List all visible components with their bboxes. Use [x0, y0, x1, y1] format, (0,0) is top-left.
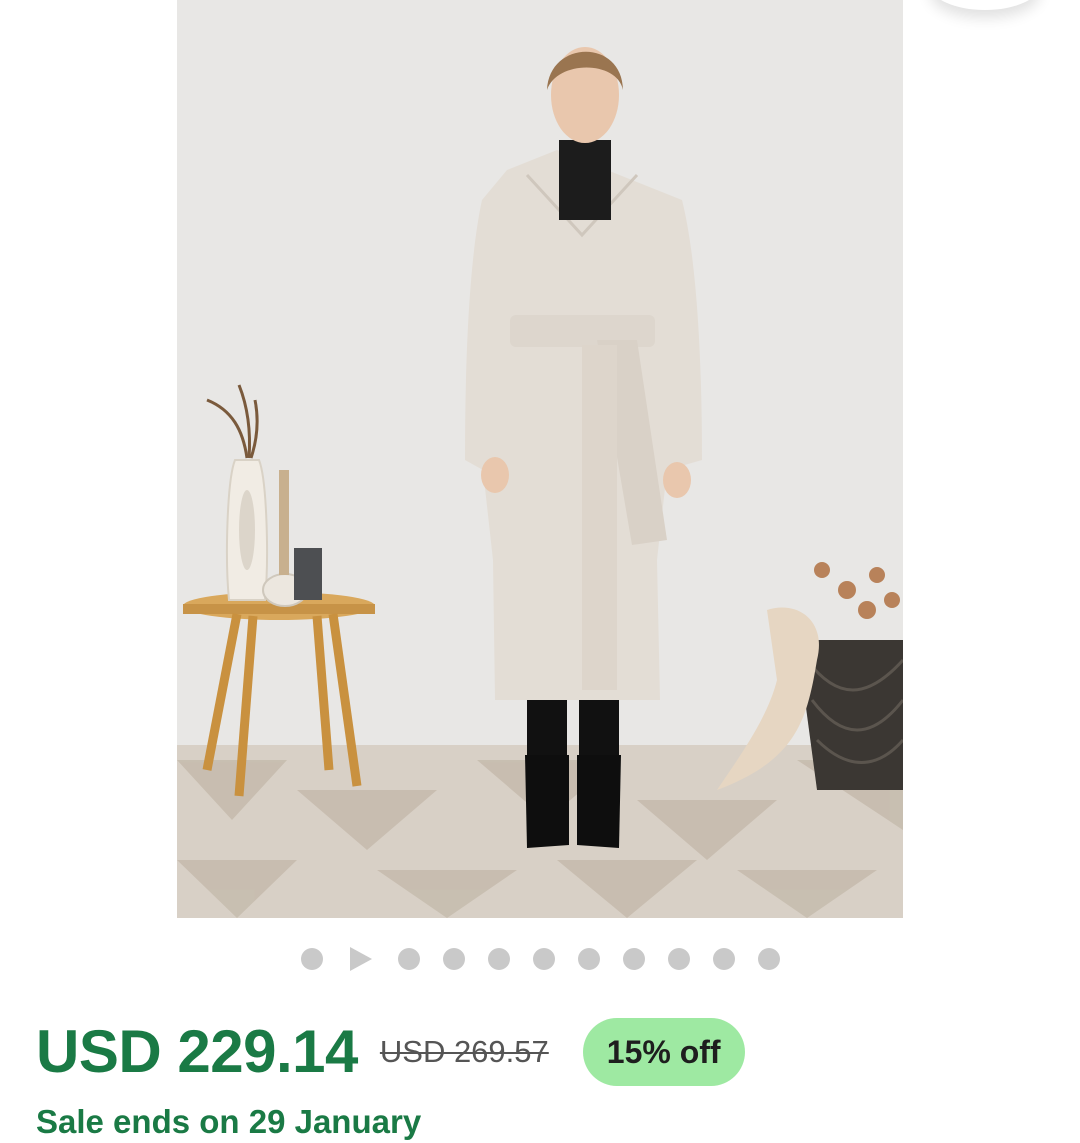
carousel-dot[interactable] — [487, 948, 510, 970]
carousel-dot[interactable] — [622, 948, 645, 970]
discount-badge: 15% off — [582, 1018, 745, 1086]
carousel-dot[interactable] — [532, 948, 555, 970]
carousel-dot[interactable] — [300, 948, 323, 970]
video-play-icon[interactable] — [350, 947, 372, 971]
carousel-dot[interactable] — [757, 948, 780, 970]
original-price: USD 269.57 — [379, 1034, 549, 1069]
carousel-dot[interactable] — [397, 948, 420, 970]
price-row: USD 229.14 USD 269.57 15% off — [36, 1016, 745, 1088]
carousel-dot[interactable] — [442, 948, 465, 970]
product-image[interactable] — [177, 0, 903, 918]
image-carousel-indicator — [0, 946, 1080, 972]
sale-end-note: Sale ends on 29 January — [36, 1103, 422, 1140]
sale-price: USD 229.14 — [36, 1018, 358, 1085]
carousel-dot[interactable] — [667, 948, 690, 970]
carousel-dot[interactable] — [577, 948, 600, 970]
floating-button-edge[interactable] — [930, 0, 1040, 10]
product-page: USD 229.14 USD 269.57 15% off Sale ends … — [0, 0, 1080, 1143]
carousel-dot[interactable] — [712, 948, 735, 970]
